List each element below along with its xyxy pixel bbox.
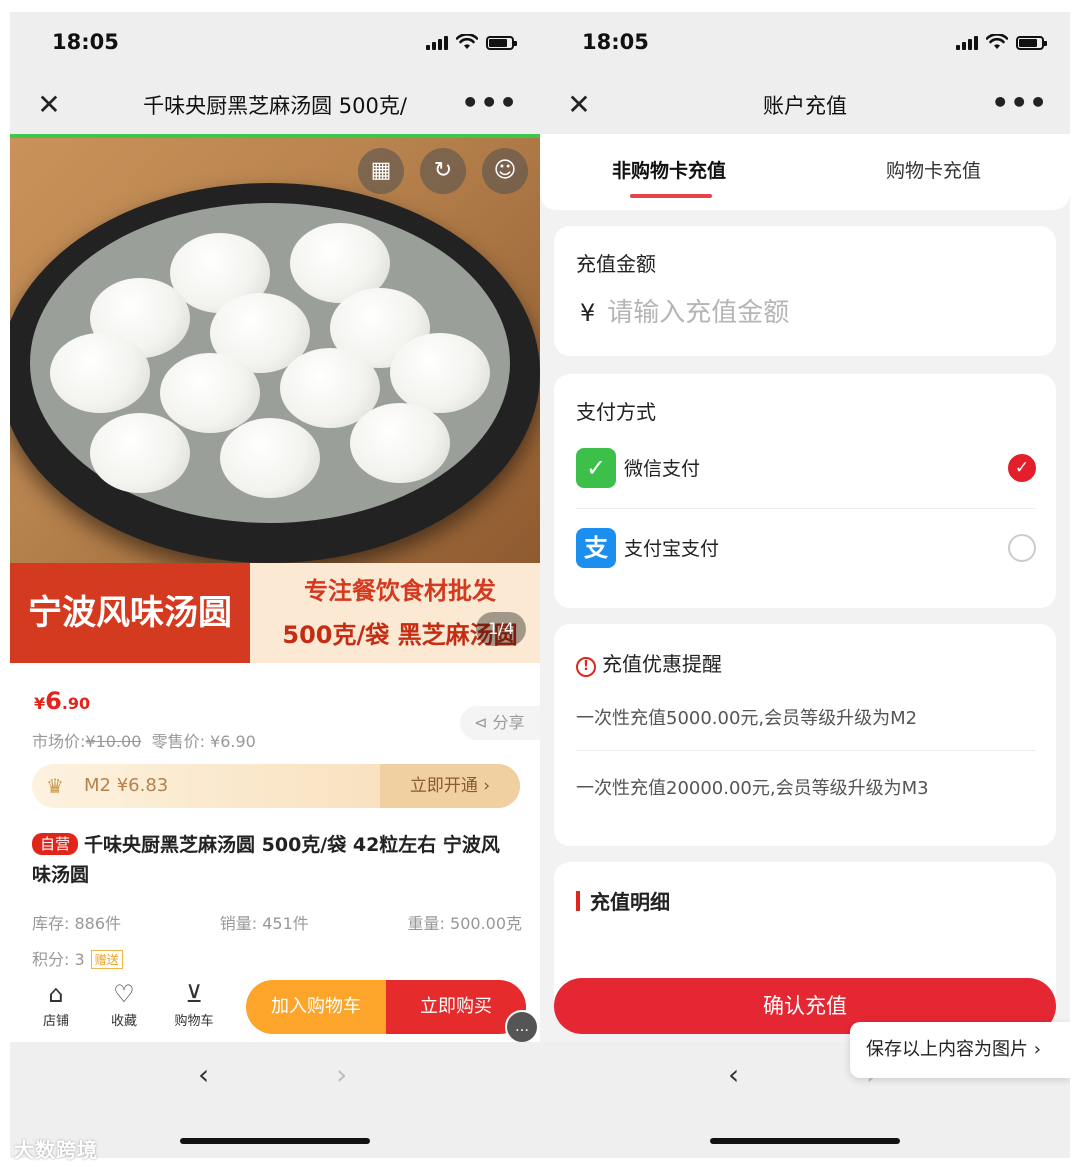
- weight: 重量: 500.00克: [407, 914, 522, 933]
- store-button[interactable]: ⌂ 店铺: [26, 978, 86, 1029]
- close-icon[interactable]: ✕: [34, 90, 64, 120]
- product-screen: 18:05 ✕ 千味央厨黑芝麻汤圆 500克/ ••• ▦ ↻ ☺ 宁波风味汤圆…: [10, 12, 540, 1158]
- back-icon[interactable]: ‹: [728, 1058, 739, 1091]
- page-title: 账户充值: [763, 94, 847, 118]
- retail-price: 零售价: ¥6.90: [151, 732, 256, 751]
- watermark: 大数跨境: [14, 1138, 98, 1162]
- promo-tip-m3: 一次性充值20000.00元,会员等级升级为M3: [576, 778, 929, 799]
- warning-icon: !: [576, 657, 596, 677]
- banner-slogan: 专注餐饮食材批发: [304, 577, 496, 605]
- cart-icon: ⊻: [185, 980, 203, 1008]
- user-icon[interactable]: ☺: [482, 148, 528, 194]
- status-time: 18:05: [52, 30, 119, 54]
- promo-title: ! 充值优惠提醒: [576, 648, 722, 677]
- save-as-image-button[interactable]: 保存以上内容为图片 ›: [850, 1022, 1070, 1078]
- recharge-tabs: 非购物卡充值 购物卡充值: [540, 134, 1070, 210]
- market-price-line: 市场价:¥10.00 零售价: ¥6.90: [32, 732, 256, 751]
- wechat-radio-checked[interactable]: ✓: [1008, 454, 1036, 482]
- alipay-icon: 支: [576, 528, 616, 568]
- product-title: 自营 千味央厨黑芝麻汤圆 500克/袋 42粒左右 宁波风味汤圆: [32, 833, 500, 886]
- product-stats: 库存: 886件 销量: 451件 重量: 500.00克: [32, 910, 522, 934]
- gift-badge: 赠送: [90, 950, 123, 969]
- action-bar: ⌂ 店铺 ♡ 收藏 ⊻ 购物车 加入购物车 立即购买: [10, 978, 540, 1042]
- open-membership-button[interactable]: 立即开通 ›: [380, 764, 520, 808]
- share-small-icon: ⊲: [474, 713, 488, 732]
- more-icon[interactable]: •••: [461, 86, 518, 119]
- bowl-illustration: [10, 183, 540, 563]
- home-indicator: [710, 1138, 900, 1144]
- member-price: M2 ¥6.83: [84, 775, 169, 796]
- member-price-bar[interactable]: ♛ M2 ¥6.83 立即开通 ›: [32, 764, 520, 808]
- payment-card: 支付方式 ✓ 微信支付 ✓ 支 支付宝支付: [554, 374, 1056, 608]
- alipay-radio[interactable]: [1008, 534, 1036, 562]
- promo-card: ! 充值优惠提醒 一次性充值5000.00元,会员等级升级为M2 一次性充值200…: [554, 624, 1056, 846]
- amount-card: 充值金额 ¥: [554, 226, 1056, 356]
- home-indicator: [180, 1138, 370, 1144]
- active-tab-indicator: [630, 194, 712, 198]
- status-bar: 18:05: [10, 12, 540, 76]
- chat-icon[interactable]: …: [505, 1010, 539, 1044]
- payment-label: 支付方式: [576, 400, 656, 424]
- hero-actions: ▦ ↻ ☺: [358, 148, 528, 194]
- nav-bar: ✕ 千味央厨黑芝麻汤圆 500克/ •••: [10, 76, 540, 134]
- image-pager: 1/4: [476, 612, 526, 646]
- wifi-icon: [986, 34, 1008, 49]
- more-icon[interactable]: •••: [991, 86, 1048, 119]
- close-icon[interactable]: ✕: [564, 90, 594, 120]
- store-icon: ⌂: [48, 980, 64, 1008]
- alipay-option[interactable]: 支 支付宝支付: [576, 526, 1036, 570]
- product-image[interactable]: ▦ ↻ ☺: [10, 138, 540, 563]
- battery-icon: [1016, 36, 1047, 50]
- banner-title: 宁波风味汤圆: [10, 563, 250, 663]
- battery-icon: [486, 36, 517, 50]
- wifi-icon: [456, 34, 478, 49]
- share-button[interactable]: ⊲ 分享: [460, 706, 540, 740]
- page-title: 千味央厨黑芝麻汤圆 500克/: [143, 94, 407, 118]
- heart-icon: ♡: [113, 980, 135, 1008]
- status-bar: 18:05: [540, 12, 1070, 76]
- status-icons: [426, 34, 517, 50]
- cart-button[interactable]: ⊻ 购物车: [164, 978, 224, 1029]
- forward-icon[interactable]: ›: [336, 1058, 347, 1091]
- back-icon[interactable]: ‹: [198, 1058, 209, 1091]
- signal-icon: [956, 36, 978, 50]
- amount-input[interactable]: [607, 298, 1008, 328]
- wechat-pay-option[interactable]: ✓ 微信支付 ✓: [576, 446, 1036, 490]
- product-banner: 宁波风味汤圆 专注餐饮食材批发 500克/袋 黑芝麻汤圆: [10, 563, 540, 663]
- market-price: ¥10.00: [85, 732, 142, 751]
- self-operated-badge: 自营: [32, 833, 79, 855]
- promo-tip-m2: 一次性充值5000.00元,会员等级升级为M2: [576, 708, 918, 729]
- detail-title: 充值明细: [576, 886, 670, 915]
- tab-non-card-recharge[interactable]: 非购物卡充值: [612, 156, 726, 183]
- crown-icon: ♛: [46, 774, 64, 798]
- share-icon[interactable]: ↻: [420, 148, 466, 194]
- wechat-pay-icon: ✓: [576, 448, 616, 488]
- status-icons: [956, 34, 1047, 50]
- signal-icon: [426, 36, 448, 50]
- amount-row: ¥: [580, 298, 1008, 328]
- add-to-cart-button[interactable]: 加入购物车: [246, 980, 386, 1034]
- recharge-screen: 18:05 ✕ 账户充值 ••• 非购物卡充值 购物卡充值 充值金额 ¥ 支付方…: [540, 12, 1070, 1158]
- amount-label: 充值金额: [576, 252, 656, 276]
- stock: 库存: 886件: [32, 914, 122, 933]
- currency-symbol: ¥: [580, 299, 596, 327]
- price: ¥6.90: [34, 687, 91, 715]
- tab-card-recharge[interactable]: 购物卡充值: [886, 156, 981, 183]
- qr-code-icon[interactable]: ▦: [358, 148, 404, 194]
- nav-bar: ✕ 账户充值 •••: [540, 76, 1070, 134]
- status-time: 18:05: [582, 30, 649, 54]
- favorite-button[interactable]: ♡ 收藏: [94, 978, 154, 1029]
- sales: 销量: 451件: [219, 914, 309, 933]
- points: 积分: 3 赠送: [32, 946, 123, 970]
